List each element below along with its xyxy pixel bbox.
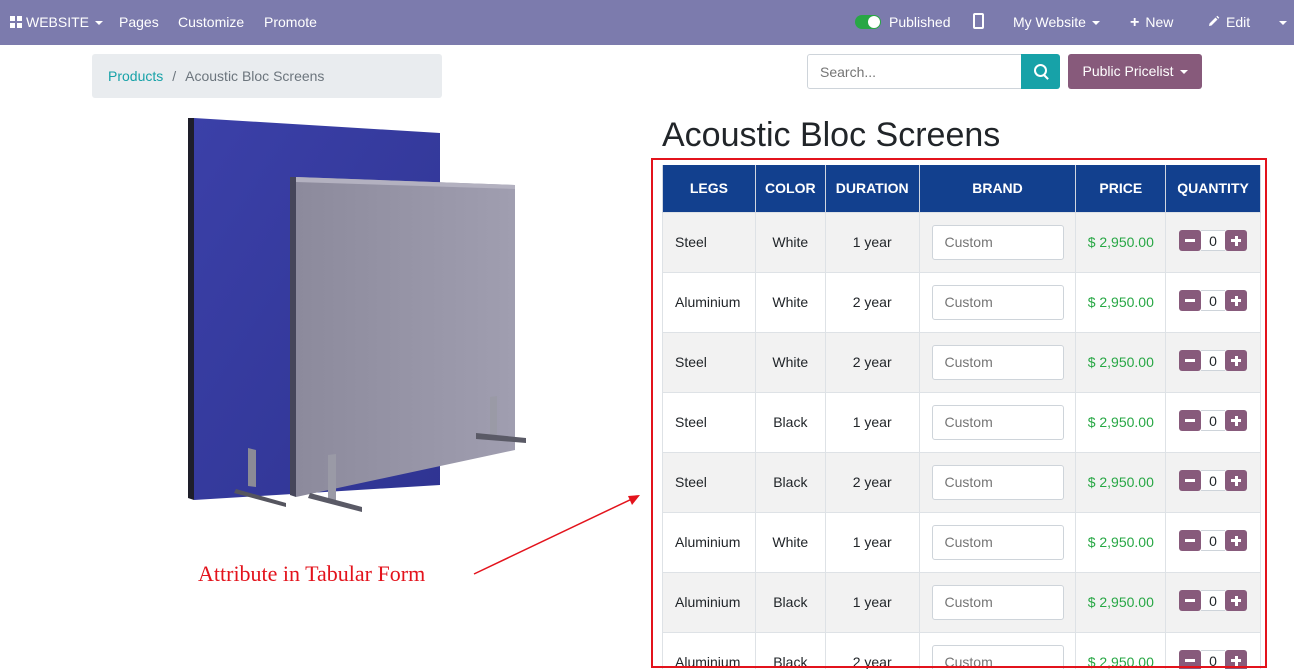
annotation-arrow-icon <box>473 495 640 575</box>
breadcrumb-separator: / <box>172 68 177 84</box>
pencil-icon <box>1209 15 1220 26</box>
top-navbar: WEBSITE Pages Customize Promote Publishe… <box>0 0 1294 45</box>
mobile-icon <box>973 13 984 29</box>
search-button[interactable] <box>1021 54 1060 89</box>
pages-menu[interactable]: Pages <box>119 0 159 45</box>
customize-menu[interactable]: Customize <box>178 0 244 45</box>
my-website-menu[interactable]: My Website <box>1013 0 1100 45</box>
search-icon <box>1034 64 1047 77</box>
apps-grid-icon <box>10 16 22 28</box>
pricelist-dropdown[interactable]: Public Pricelist <box>1068 54 1202 89</box>
search-input[interactable] <box>807 54 1022 89</box>
more-menu[interactable] <box>1273 0 1287 45</box>
website-menu-label: WEBSITE <box>26 14 90 30</box>
website-menu[interactable]: WEBSITE <box>10 0 104 45</box>
published-toggle[interactable]: Published <box>855 0 951 45</box>
annotation-highlight-box <box>651 158 1267 668</box>
product-image <box>188 118 526 512</box>
new-label: New <box>1145 14 1174 30</box>
caret-down-icon <box>1179 70 1188 75</box>
mobile-preview-button[interactable] <box>973 0 984 45</box>
breadcrumb: Products / Acoustic Bloc Screens <box>92 54 442 98</box>
promote-menu[interactable]: Promote <box>264 0 317 45</box>
pricelist-label: Public Pricelist <box>1082 63 1174 79</box>
breadcrumb-current: Acoustic Bloc Screens <box>185 68 325 84</box>
my-website-label: My Website <box>1013 14 1086 30</box>
caret-down-icon <box>1279 21 1287 26</box>
product-title: Acoustic Bloc Screens <box>662 116 1001 154</box>
annotation-label: Attribute in Tabular Form <box>198 561 426 586</box>
caret-down-icon <box>95 21 104 26</box>
edit-button[interactable]: Edit <box>1207 0 1250 45</box>
breadcrumb-products-link[interactable]: Products <box>108 68 163 84</box>
published-label: Published <box>889 14 951 30</box>
edit-label: Edit <box>1226 14 1251 30</box>
toggle-switch-icon <box>855 15 881 29</box>
plus-icon: + <box>1130 14 1140 31</box>
caret-down-icon <box>1091 21 1100 26</box>
new-button[interactable]: + New <box>1130 0 1173 45</box>
